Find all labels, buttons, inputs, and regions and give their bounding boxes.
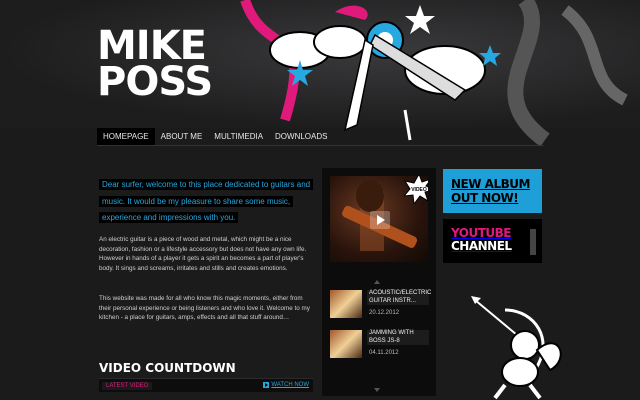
- latest-video-label: LATEST VIDEO: [102, 382, 153, 390]
- youtube-line-2: CHANNEL: [451, 239, 512, 253]
- video-list-title: JAMMING WITH BOSS JS-8: [367, 330, 429, 345]
- intro-highlight: Dear surfer, welcome to this place dedic…: [99, 179, 314, 223]
- video-countdown-title: VIDEO COUNTDOWN: [99, 361, 236, 375]
- scroll-down-arrow-icon[interactable]: [374, 388, 380, 392]
- video-sidebar: VIDEO ACOUSTIC/ELECTRIC GUITAR INSTR... …: [322, 168, 436, 396]
- video-list-title: ACOUSTIC/ELECTRIC GUITAR INSTR...: [367, 290, 432, 305]
- site-logo[interactable]: MIKE POSS: [97, 26, 217, 108]
- nav-item-multimedia[interactable]: MULTIMEDIA: [208, 128, 269, 145]
- nav-item-homepage[interactable]: HOMEPAGE: [97, 128, 155, 145]
- scroll-up-arrow-icon[interactable]: [374, 280, 380, 284]
- logo-line-2: POSS: [97, 59, 213, 105]
- watch-now-link[interactable]: WATCH NOW: [263, 382, 309, 388]
- banner-scroll-handle: [530, 229, 536, 255]
- youtube-channel-banner[interactable]: YOUTUBE CHANNEL: [443, 219, 542, 263]
- video-list-thumbnail: [330, 330, 362, 358]
- body-paragraph-2: This website was made for all who know t…: [99, 295, 310, 321]
- cupid-illustration: [471, 296, 562, 400]
- video-list-item[interactable]: ACOUSTIC/ELECTRIC GUITAR INSTR... 20.12.…: [330, 290, 432, 322]
- body-paragraph-1: An electric guitar is a piece of wood an…: [99, 236, 307, 272]
- video-badge-label: VIDEO: [411, 187, 427, 193]
- nav-divider: [97, 145, 544, 146]
- video-badge-icon: VIDEO: [404, 176, 428, 204]
- new-album-banner[interactable]: NEW ALBUM OUT NOW!: [443, 169, 542, 213]
- video-countdown-bar: LATEST VIDEO WATCH NOW: [99, 378, 313, 392]
- main-nav: HOMEPAGE ABOUT ME MULTIMEDIA DOWNLOADS: [97, 128, 333, 145]
- nav-item-about-me[interactable]: ABOUT ME: [155, 128, 209, 145]
- header: MIKE POSS: [0, 0, 640, 147]
- video-list-thumbnail: [330, 290, 362, 318]
- video-list-date: 20.12.2012: [369, 310, 400, 316]
- video-player[interactable]: VIDEO: [330, 176, 428, 262]
- video-play-button[interactable]: [370, 211, 390, 229]
- intro-text: Dear surfer, welcome to this place dedic…: [99, 177, 314, 227]
- play-icon: [263, 382, 270, 388]
- nav-item-downloads[interactable]: DOWNLOADS: [269, 128, 333, 145]
- video-list-item[interactable]: JAMMING WITH BOSS JS-8 04.11.2012: [330, 330, 430, 362]
- watch-now-label: WATCH NOW: [271, 382, 309, 388]
- new-album-line-2: OUT NOW!: [451, 191, 519, 205]
- video-list-date: 04.11.2012: [369, 350, 399, 356]
- new-album-line-1: NEW ALBUM: [451, 177, 530, 191]
